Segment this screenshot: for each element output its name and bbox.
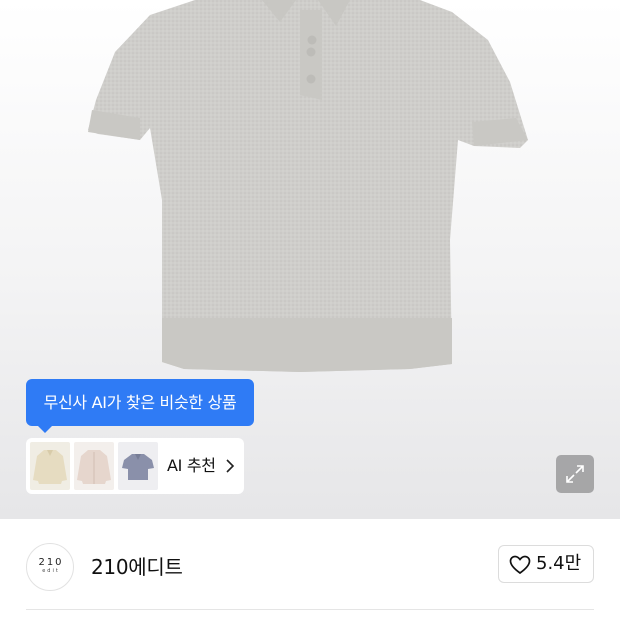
beige-knit-thumbnail[interactable]: [30, 442, 70, 490]
chevron-right-icon: [226, 459, 235, 473]
brand-logo-number: 210: [38, 557, 64, 568]
ai-recommend-strip[interactable]: AI 추천: [26, 438, 244, 494]
ai-recommend-tooltip: 무신사 AI가 찾은 비슷한 상품: [26, 379, 254, 433]
ai-recommend-label[interactable]: AI 추천: [167, 438, 216, 494]
brand-logo[interactable]: 210 edit: [26, 543, 74, 591]
brand-name[interactable]: 210에디트: [91, 549, 183, 585]
pink-cardigan-thumbnail[interactable]: [74, 442, 114, 490]
expand-icon: [566, 465, 584, 483]
expand-image-button[interactable]: [556, 455, 594, 493]
product-image-area[interactable]: 무신사 AI가 찾은 비슷한 상품 AI 추천: [0, 0, 620, 519]
like-count: 5.4만: [536, 553, 582, 574]
blue-polo-thumbnail[interactable]: [118, 442, 158, 490]
brand-logo-text: edit: [42, 568, 60, 574]
like-button[interactable]: 5.4만: [498, 545, 594, 583]
heart-icon: [509, 555, 531, 575]
divider: [26, 609, 594, 610]
brand-row: 210 edit 210에디트 5.4만: [0, 519, 620, 609]
